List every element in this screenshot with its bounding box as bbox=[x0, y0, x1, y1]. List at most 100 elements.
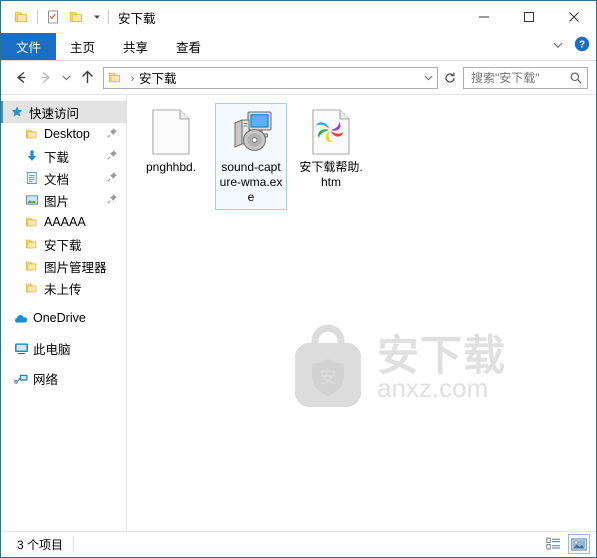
search-input[interactable] bbox=[464, 69, 565, 86]
address-bar[interactable]: › 安下载 bbox=[103, 66, 438, 89]
properties-icon[interactable] bbox=[41, 5, 65, 29]
recent-locations-icon[interactable] bbox=[57, 66, 75, 90]
watermark-shield-char: 安 bbox=[320, 368, 337, 388]
file-explorer-window: 安下载 文件 主页 共享 查看 ? › 安下载 搜索"安下载" 快速访问 Des… bbox=[0, 0, 597, 558]
tab-view[interactable]: 查看 bbox=[162, 33, 215, 60]
folder-icon bbox=[23, 237, 41, 251]
quick-access-dropdown-icon[interactable] bbox=[89, 5, 105, 29]
refresh-button[interactable] bbox=[440, 68, 460, 88]
sidebar-item-label: 图片管理器 bbox=[44, 260, 107, 275]
item-count: 3 个项目 bbox=[17, 537, 64, 552]
folder-icon[interactable] bbox=[10, 5, 34, 29]
folder-icon bbox=[23, 259, 41, 273]
search-icon[interactable] bbox=[565, 71, 587, 85]
sidebar-item-label: 下载 bbox=[44, 150, 70, 165]
new-folder-icon[interactable] bbox=[65, 5, 89, 29]
watermark-text: 安下载 anxz.com bbox=[377, 331, 507, 403]
watermark-brand: 安下载 bbox=[377, 331, 507, 380]
close-button[interactable] bbox=[551, 1, 596, 32]
sidebar-item-pictures[interactable]: 图片 bbox=[1, 189, 126, 211]
title-bar: 安下载 bbox=[1, 1, 596, 33]
network-icon bbox=[12, 371, 30, 386]
sidebar-item-documents[interactable]: 文档 bbox=[1, 167, 126, 189]
sidebar-item-label: 图片 bbox=[44, 194, 70, 209]
sidebar-item-onedrive[interactable]: OneDrive bbox=[1, 307, 126, 329]
tab-home[interactable]: 主页 bbox=[56, 33, 109, 60]
watermark-url: anxz.com bbox=[377, 373, 489, 403]
file-name: 安下载帮助.htm bbox=[299, 160, 363, 189]
explorer-body: 快速访问 Desktop 下载 文档 图片 AAAAA 安下载 图片管理器 未上… bbox=[1, 94, 596, 531]
file-grid: pnghhbd. sound-capture-wma.exe 安下载帮助.htm bbox=[127, 95, 596, 210]
file-name: sound-capture-wma.exe bbox=[219, 160, 283, 204]
blank-file-icon bbox=[147, 108, 195, 156]
sidebar-item-label: AAAAA bbox=[44, 215, 86, 229]
pin-icon[interactable] bbox=[106, 193, 118, 208]
window-title: 安下载 bbox=[118, 11, 156, 26]
watermark-bag-icon: 安 bbox=[295, 324, 361, 407]
navigation-pane: 快速访问 Desktop 下载 文档 图片 AAAAA 安下载 图片管理器 未上… bbox=[1, 95, 127, 531]
download-icon bbox=[23, 149, 41, 163]
large-icons-view-button[interactable] bbox=[568, 534, 590, 554]
search-box[interactable] bbox=[463, 66, 588, 89]
onedrive-icon bbox=[12, 311, 30, 326]
address-dropdown-icon[interactable] bbox=[419, 68, 437, 88]
sidebar-item-network[interactable]: 网络 bbox=[1, 367, 126, 389]
sidebar-item-this-pc[interactable]: 此电脑 bbox=[1, 337, 126, 359]
sidebar-item-anxiazai[interactable]: 安下载 bbox=[1, 233, 126, 255]
sidebar-item-desktop[interactable]: Desktop bbox=[1, 123, 126, 145]
status-bar: 3 个项目 bbox=[1, 531, 596, 556]
status-separator bbox=[73, 537, 75, 551]
folder-icon bbox=[104, 70, 126, 85]
htm-icon bbox=[307, 108, 355, 156]
sidebar-item-label: Desktop bbox=[44, 127, 90, 141]
minimize-button[interactable] bbox=[461, 1, 506, 32]
quick-access-toolbar: 安下载 bbox=[1, 5, 156, 29]
details-view-button[interactable] bbox=[542, 534, 564, 554]
sidebar-item-label: 快速访问 bbox=[29, 106, 80, 121]
navigation-bar: › 安下载 bbox=[1, 61, 596, 94]
sidebar-item-label: 网络 bbox=[33, 372, 59, 387]
sidebar-item-aaaaa[interactable]: AAAAA bbox=[1, 211, 126, 233]
sidebar-item-downloads[interactable]: 下载 bbox=[1, 145, 126, 167]
forward-button[interactable] bbox=[33, 66, 57, 90]
window-controls bbox=[461, 1, 596, 33]
file-list-pane[interactable]: pnghhbd. sound-capture-wma.exe 安下载帮助.htm… bbox=[127, 95, 596, 531]
sidebar-item-not-uploaded[interactable]: 未上传 bbox=[1, 277, 126, 299]
sidebar-item-label: OneDrive bbox=[33, 311, 86, 325]
list-item[interactable]: pnghhbd. bbox=[135, 103, 207, 210]
tab-share[interactable]: 共享 bbox=[109, 33, 162, 60]
back-button[interactable] bbox=[9, 66, 33, 90]
pin-icon[interactable] bbox=[106, 149, 118, 164]
toolbar-separator bbox=[37, 10, 38, 24]
pin-icon[interactable] bbox=[106, 127, 118, 142]
folder-icon bbox=[23, 127, 41, 141]
exe-icon bbox=[227, 108, 275, 156]
this-pc-icon bbox=[12, 341, 30, 356]
maximize-button[interactable] bbox=[506, 1, 551, 32]
sidebar-item-label: 此电脑 bbox=[33, 342, 71, 357]
pictures-icon bbox=[23, 193, 41, 207]
tab-file[interactable]: 文件 bbox=[1, 33, 57, 60]
sidebar-item-picture-manager[interactable]: 图片管理器 bbox=[1, 255, 126, 277]
sidebar-item-label: 文档 bbox=[44, 172, 70, 187]
list-item[interactable]: sound-capture-wma.exe bbox=[215, 103, 287, 210]
breadcrumb[interactable]: 安下载 bbox=[139, 68, 183, 87]
list-item[interactable]: 安下载帮助.htm bbox=[295, 103, 367, 210]
breadcrumb-separator-icon[interactable]: › bbox=[126, 71, 139, 85]
help-icon[interactable]: ? bbox=[574, 36, 590, 57]
sidebar-item-label: 未上传 bbox=[44, 282, 82, 297]
svg-text:?: ? bbox=[579, 40, 585, 51]
view-buttons bbox=[542, 532, 590, 556]
watermark: 安 安下载 anxz.com bbox=[285, 323, 506, 413]
title-separator bbox=[108, 10, 109, 24]
sidebar-item-quick-access[interactable]: 快速访问 bbox=[1, 101, 126, 123]
sidebar-item-label: 安下载 bbox=[44, 238, 82, 253]
pin-icon[interactable] bbox=[106, 171, 118, 186]
folder-icon bbox=[23, 281, 41, 295]
up-button[interactable] bbox=[75, 66, 99, 90]
chevron-down-icon[interactable] bbox=[552, 38, 564, 56]
folder-icon bbox=[23, 215, 41, 229]
